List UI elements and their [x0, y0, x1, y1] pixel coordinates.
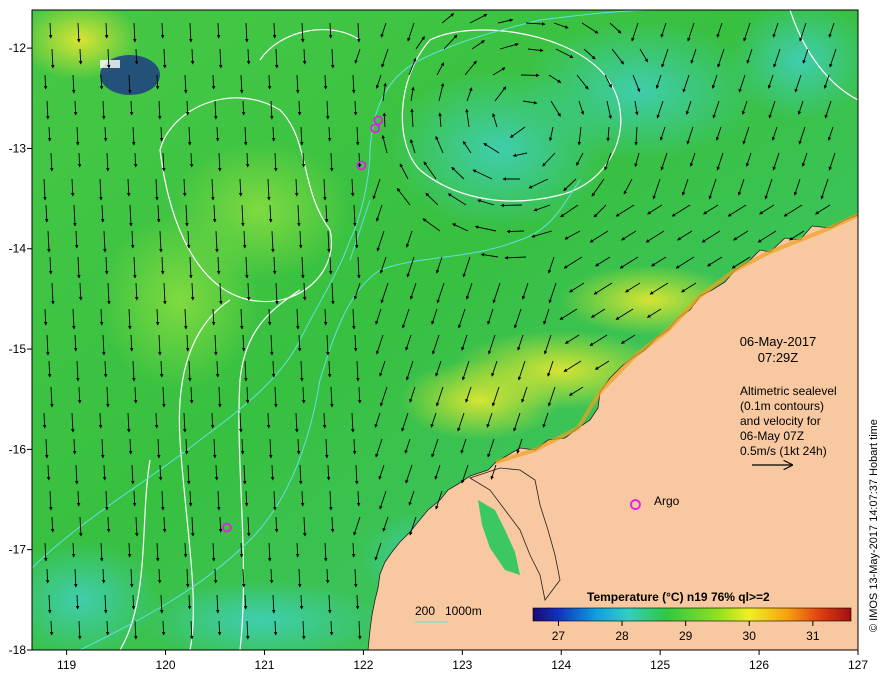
colorbar-title: Temperature (°C) n19 76% ql>=2: [587, 590, 770, 604]
y-tick-label: -13: [9, 141, 27, 155]
map-time: 07:29Z: [758, 350, 799, 365]
y-tick-label: -17: [9, 543, 27, 557]
colorbar-tick-label: 30: [743, 629, 757, 643]
x-tick-label: 125: [650, 658, 670, 672]
x-tick-label: 121: [254, 658, 274, 672]
colorbar-tick-label: 29: [679, 629, 693, 643]
depth-label-1000: 1000m: [445, 604, 482, 618]
legend-line-2: (0.1m contours): [740, 399, 824, 413]
y-axis: -12 -13 -14 -15 -16 -17 -18: [9, 41, 32, 657]
x-tick-label: 123: [452, 658, 472, 672]
x-tick-label: 126: [749, 658, 769, 672]
depth-label-200: 200: [415, 604, 435, 618]
x-tick-label: 127: [848, 658, 868, 672]
legend-line-3: and velocity for: [740, 414, 821, 428]
colorbar-tick-label: 27: [552, 629, 566, 643]
map-date: 06-May-2017: [740, 334, 817, 349]
y-tick-label: -15: [9, 342, 27, 356]
map-plot-area: [32, 10, 858, 650]
argo-label: Argo: [654, 494, 680, 508]
y-tick-label: -18: [9, 643, 27, 657]
x-axis: 119 120 121 122 123 124 125 126 127: [57, 650, 868, 672]
colorbar-tick-label: 31: [806, 629, 820, 643]
legend-line-4: 06-May 07Z: [740, 429, 804, 443]
sst-map-figure: 119 120 121 122 123 124 125 126 127 -12 -13 -14 -15…: [9, 9, 880, 672]
x-tick-label: 124: [551, 658, 571, 672]
velocity-arrow-icon: [506, 229, 525, 234]
y-tick-label: -12: [9, 41, 27, 55]
legend-line-1: Altimetric sealevel: [740, 384, 837, 398]
colorbar-gradient: [532, 607, 852, 622]
y-tick-label: -14: [9, 242, 27, 256]
colorbar-tick-label: 28: [615, 629, 629, 643]
x-tick-label: 119: [57, 658, 76, 672]
x-tick-label: 122: [353, 658, 373, 672]
x-tick-label: 120: [156, 658, 176, 672]
legend-line-5: 0.5m/s (1kt 24h): [740, 444, 827, 458]
credit-text: © IMOS 13-May-2017 14:07:37 Hobart time: [868, 419, 880, 632]
y-tick-label: -16: [9, 442, 27, 456]
